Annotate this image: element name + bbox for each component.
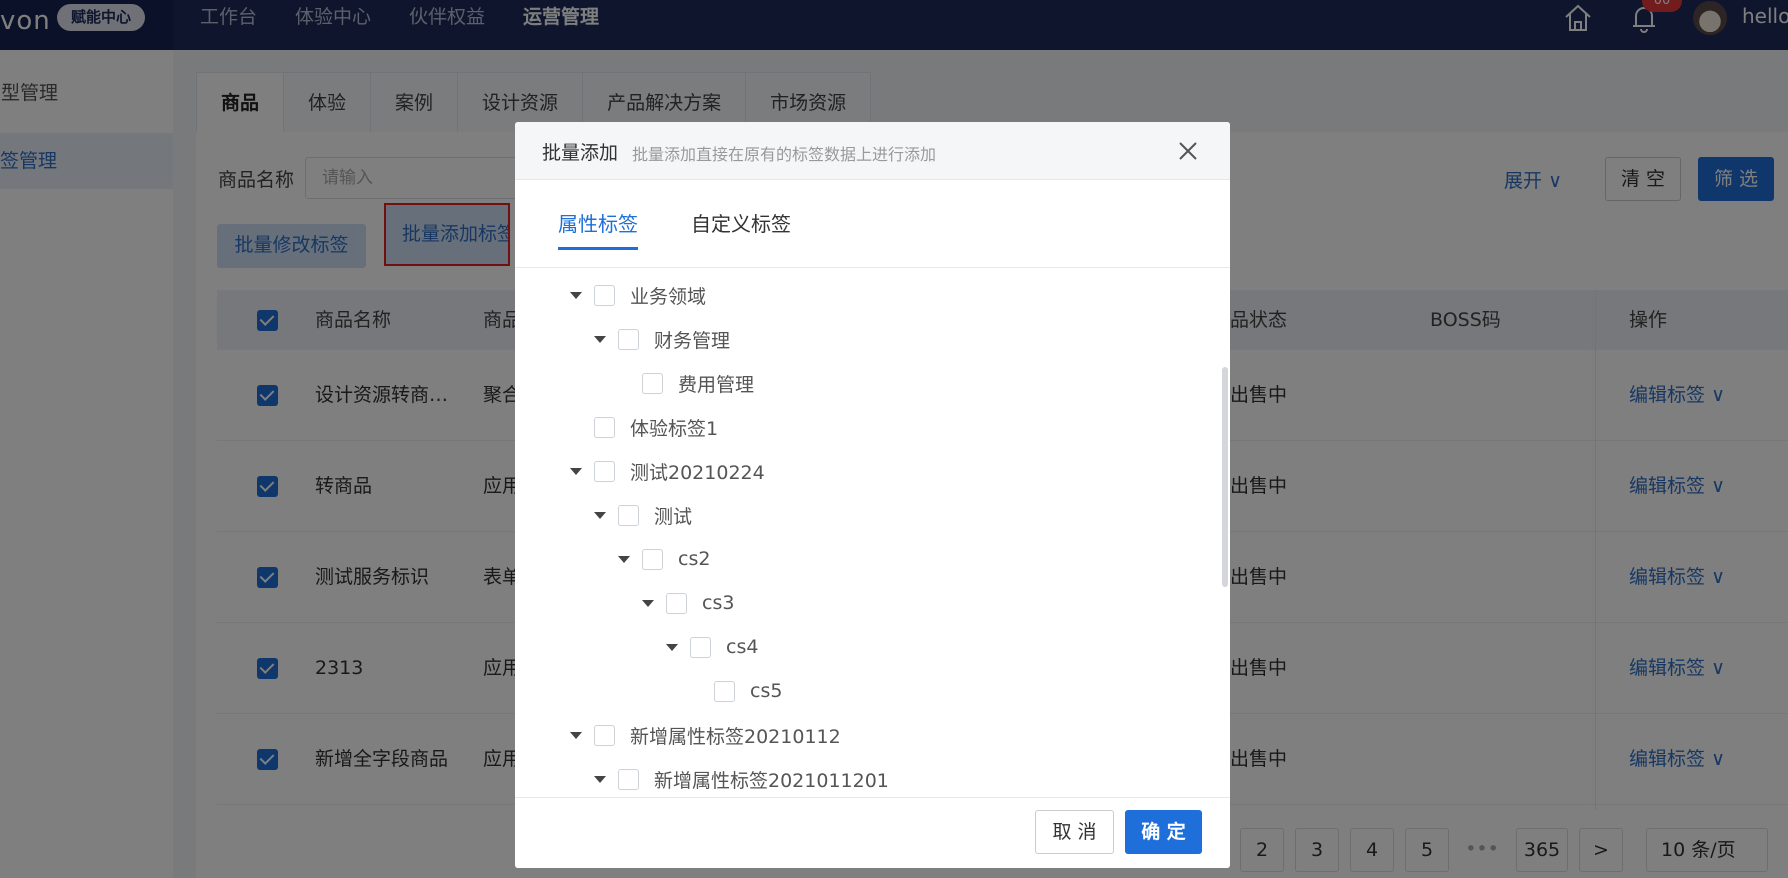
tree-checkbox[interactable] [642,548,663,570]
tree-node[interactable]: 体验标签1 [570,412,718,442]
tree-node[interactable]: 测试 [594,500,692,530]
tree-node[interactable]: cs4 [666,632,758,662]
tree-node-label: 新增属性标签20210112 [630,725,841,748]
tree-node-label: 业务领域 [630,285,707,308]
tree-node-label: 测试 [654,505,693,528]
tree-node[interactable]: cs3 [642,588,734,618]
tree-checkbox[interactable] [618,328,639,350]
caret-down-icon[interactable] [570,731,582,739]
tree-node-label: 体验标签1 [630,417,719,440]
tree-checkbox[interactable] [690,636,711,658]
tab-attribute-tags[interactable]: 属性标签 [558,208,638,250]
caret-down-icon[interactable] [594,775,606,783]
tree-node-label: 测试20210224 [630,461,765,484]
tree-node-label: 财务管理 [654,329,731,352]
tree-node[interactable]: 测试20210224 [570,456,765,486]
tree-node-label: cs2 [678,548,711,570]
close-icon[interactable] [1177,140,1199,162]
tree-node[interactable]: cs5 [690,676,782,706]
tree-node[interactable]: 财务管理 [594,324,730,354]
tree-node[interactable]: 业务领域 [570,280,706,310]
tag-tree: 业务领域 财务管理 费用管理 体验标签1 测试20210224 测试 cs2 c… [515,269,1230,868]
tree-checkbox[interactable] [594,284,615,306]
tree-checkbox[interactable] [666,592,687,614]
tab-custom-tags[interactable]: 自定义标签 [691,208,791,247]
tree-checkbox[interactable] [594,724,615,746]
cancel-button[interactable]: 取 消 [1035,810,1114,854]
tree-checkbox[interactable] [714,680,735,702]
caret-down-icon[interactable] [594,511,606,519]
tree-checkbox[interactable] [618,504,639,526]
tree-checkbox[interactable] [618,768,639,790]
caret-down-icon[interactable] [570,467,582,475]
tree-scrollbar[interactable] [1222,367,1228,587]
modal-footer: 取 消 确 定 [515,797,1230,868]
modal-subtitle: 批量添加直接在原有的标签数据上进行添加 [632,145,937,164]
caret-down-icon[interactable] [594,335,606,343]
tree-node[interactable]: 新增属性标签20210112 [570,720,841,750]
modal-header: 批量添加 批量添加直接在原有的标签数据上进行添加 [515,122,1230,180]
batch-add-modal: 批量添加 批量添加直接在原有的标签数据上进行添加 属性标签 自定义标签 业务领域… [515,122,1230,868]
tree-checkbox[interactable] [642,372,663,394]
confirm-button[interactable]: 确 定 [1125,810,1202,854]
caret-down-icon[interactable] [570,291,582,299]
tree-node-label: cs4 [726,636,759,658]
tree-node-label: cs3 [702,592,735,614]
tree-node-label: cs5 [750,680,783,702]
tree-node-label: 新增属性标签2021011201 [654,769,889,792]
tree-checkbox[interactable] [594,460,615,482]
caret-down-icon[interactable] [642,599,654,607]
tree-node[interactable]: cs2 [618,544,710,574]
tree-node-label: 费用管理 [678,373,755,396]
modal-tabs: 属性标签 自定义标签 [515,180,1230,268]
caret-down-icon[interactable] [666,643,678,651]
modal-title: 批量添加 [542,142,619,164]
tree-node[interactable]: 新增属性标签2021011201 [594,764,889,794]
tree-checkbox[interactable] [594,416,615,438]
tree-node[interactable]: 费用管理 [618,368,754,398]
caret-down-icon[interactable] [618,555,630,563]
